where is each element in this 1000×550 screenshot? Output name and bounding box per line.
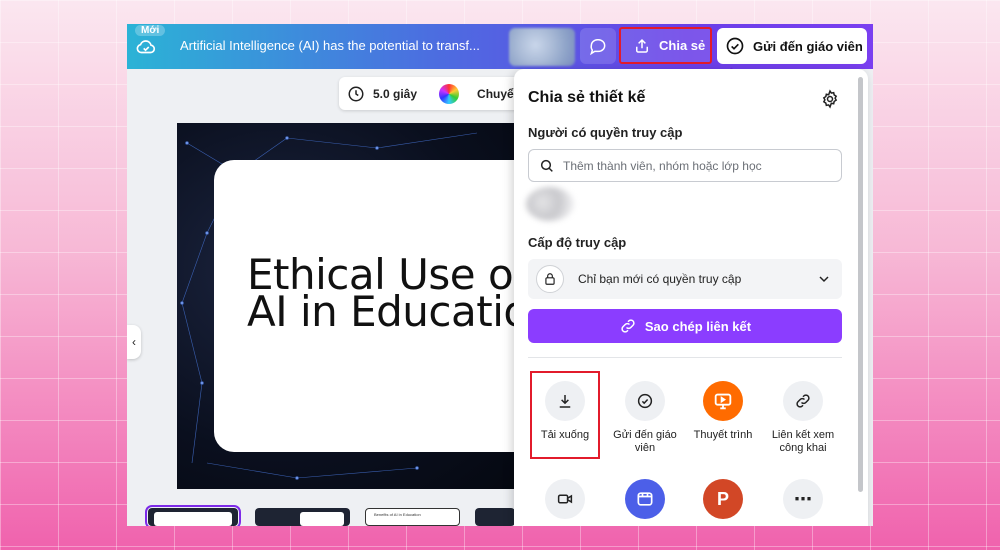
upload-icon xyxy=(636,38,648,53)
access-level-label: Cấp độ truy cập xyxy=(528,235,627,250)
video-icon xyxy=(545,479,585,519)
color-wheel-icon[interactable] xyxy=(439,83,460,104)
link-icon xyxy=(783,381,823,421)
share-panel: Chia sẻ thiết kế Người có quyền truy cập… xyxy=(514,69,868,526)
public-link-option[interactable]: Liên kết xem công khai xyxy=(766,381,840,455)
copy-link-button[interactable]: Sao chép liên kết xyxy=(528,309,842,343)
transition-label[interactable]: Chuyể xyxy=(477,87,514,101)
video-option[interactable] xyxy=(528,479,602,526)
slide-canvas[interactable]: Ethical Use of AI in Educatio xyxy=(177,123,527,489)
page-thumbnail[interactable] xyxy=(475,508,515,526)
access-level-value: Chỉ bạn mới có quyền truy cập xyxy=(578,272,742,286)
comment-icon xyxy=(590,39,606,56)
search-icon xyxy=(540,159,553,172)
page-thumbnail[interactable] xyxy=(255,508,350,526)
present-option[interactable]: Thuyết trình xyxy=(686,381,760,442)
app-icon xyxy=(625,479,665,519)
document-title[interactable]: Artificial Intelligence (AI) has the pot… xyxy=(180,38,480,53)
slide-title-card[interactable]: Ethical Use of AI in Educatio xyxy=(214,160,527,452)
powerpoint-icon: P xyxy=(703,479,743,519)
user-avatar xyxy=(526,187,574,221)
send-to-teacher-option[interactable]: Gửi đến giáo viên xyxy=(608,381,682,455)
new-badge: Mới xyxy=(135,25,166,36)
thumbnail-card xyxy=(300,512,344,526)
canvas-toolbar: 5.0 giây Chuyể xyxy=(339,77,539,110)
divider xyxy=(528,357,842,358)
gear-icon[interactable] xyxy=(820,89,840,109)
page-thumbnail[interactable]: Benefits of AI in Education xyxy=(365,508,460,526)
app-option[interactable] xyxy=(608,479,682,526)
public-link-label: Liên kết xem công khai xyxy=(771,429,835,454)
member-search-input[interactable]: Thêm thành viên, nhóm hoặc lớp học xyxy=(528,149,842,182)
page-thumbnail[interactable] xyxy=(145,505,241,526)
present-label: Thuyết trình xyxy=(693,429,753,441)
canva-editor-window: Mới Artificial Intelligence (AI) has the… xyxy=(127,24,873,526)
thumbnail-text: Benefits of AI in Education xyxy=(374,512,421,517)
download-highlight xyxy=(530,371,600,459)
check-circle-icon xyxy=(726,37,744,55)
present-icon xyxy=(703,381,743,421)
lock-icon xyxy=(545,273,555,285)
lock-icon-wrap xyxy=(536,265,564,293)
slide-heading[interactable]: Ethical Use of AI in Educatio xyxy=(247,254,527,333)
cloud-check-icon[interactable] xyxy=(135,36,157,58)
more-icon: ⋯ xyxy=(783,479,823,519)
top-bar: Mới Artificial Intelligence (AI) has the… xyxy=(127,24,873,69)
send-to-teacher-label: Gửi đến giáo viên xyxy=(613,429,677,454)
access-people-label: Người có quyền truy cập xyxy=(528,125,683,140)
chevron-left-icon: ‹ xyxy=(132,335,136,349)
link-icon xyxy=(621,319,635,333)
panel-scrollbar[interactable] xyxy=(858,77,863,492)
duration-label[interactable]: 5.0 giây xyxy=(373,87,417,101)
access-level-select[interactable]: Chỉ bạn mới có quyền truy cập xyxy=(528,259,842,299)
send-label: Gửi đến giáo viên xyxy=(753,38,863,54)
share-label: Chia sẻ xyxy=(659,38,706,53)
clock-icon[interactable] xyxy=(347,85,365,103)
chevron-down-icon xyxy=(819,276,829,283)
copy-link-label: Sao chép liên kết xyxy=(644,318,752,334)
search-placeholder: Thêm thành viên, nhóm hoặc lớp học xyxy=(563,158,762,173)
more-option[interactable]: ⋯ xyxy=(766,479,840,526)
comment-button[interactable] xyxy=(580,28,616,64)
send-to-teacher-button[interactable]: Gửi đến giáo viên xyxy=(717,28,867,64)
collapse-panel-button[interactable]: ‹ xyxy=(127,325,141,359)
share-button[interactable]: Chia sẻ xyxy=(619,27,712,64)
collaborator-avatar[interactable] xyxy=(509,28,575,66)
share-panel-title: Chia sẻ thiết kế xyxy=(528,89,646,106)
powerpoint-option[interactable]: P xyxy=(686,479,760,526)
thumbnail-card xyxy=(154,512,232,526)
check-circle-icon xyxy=(625,381,665,421)
